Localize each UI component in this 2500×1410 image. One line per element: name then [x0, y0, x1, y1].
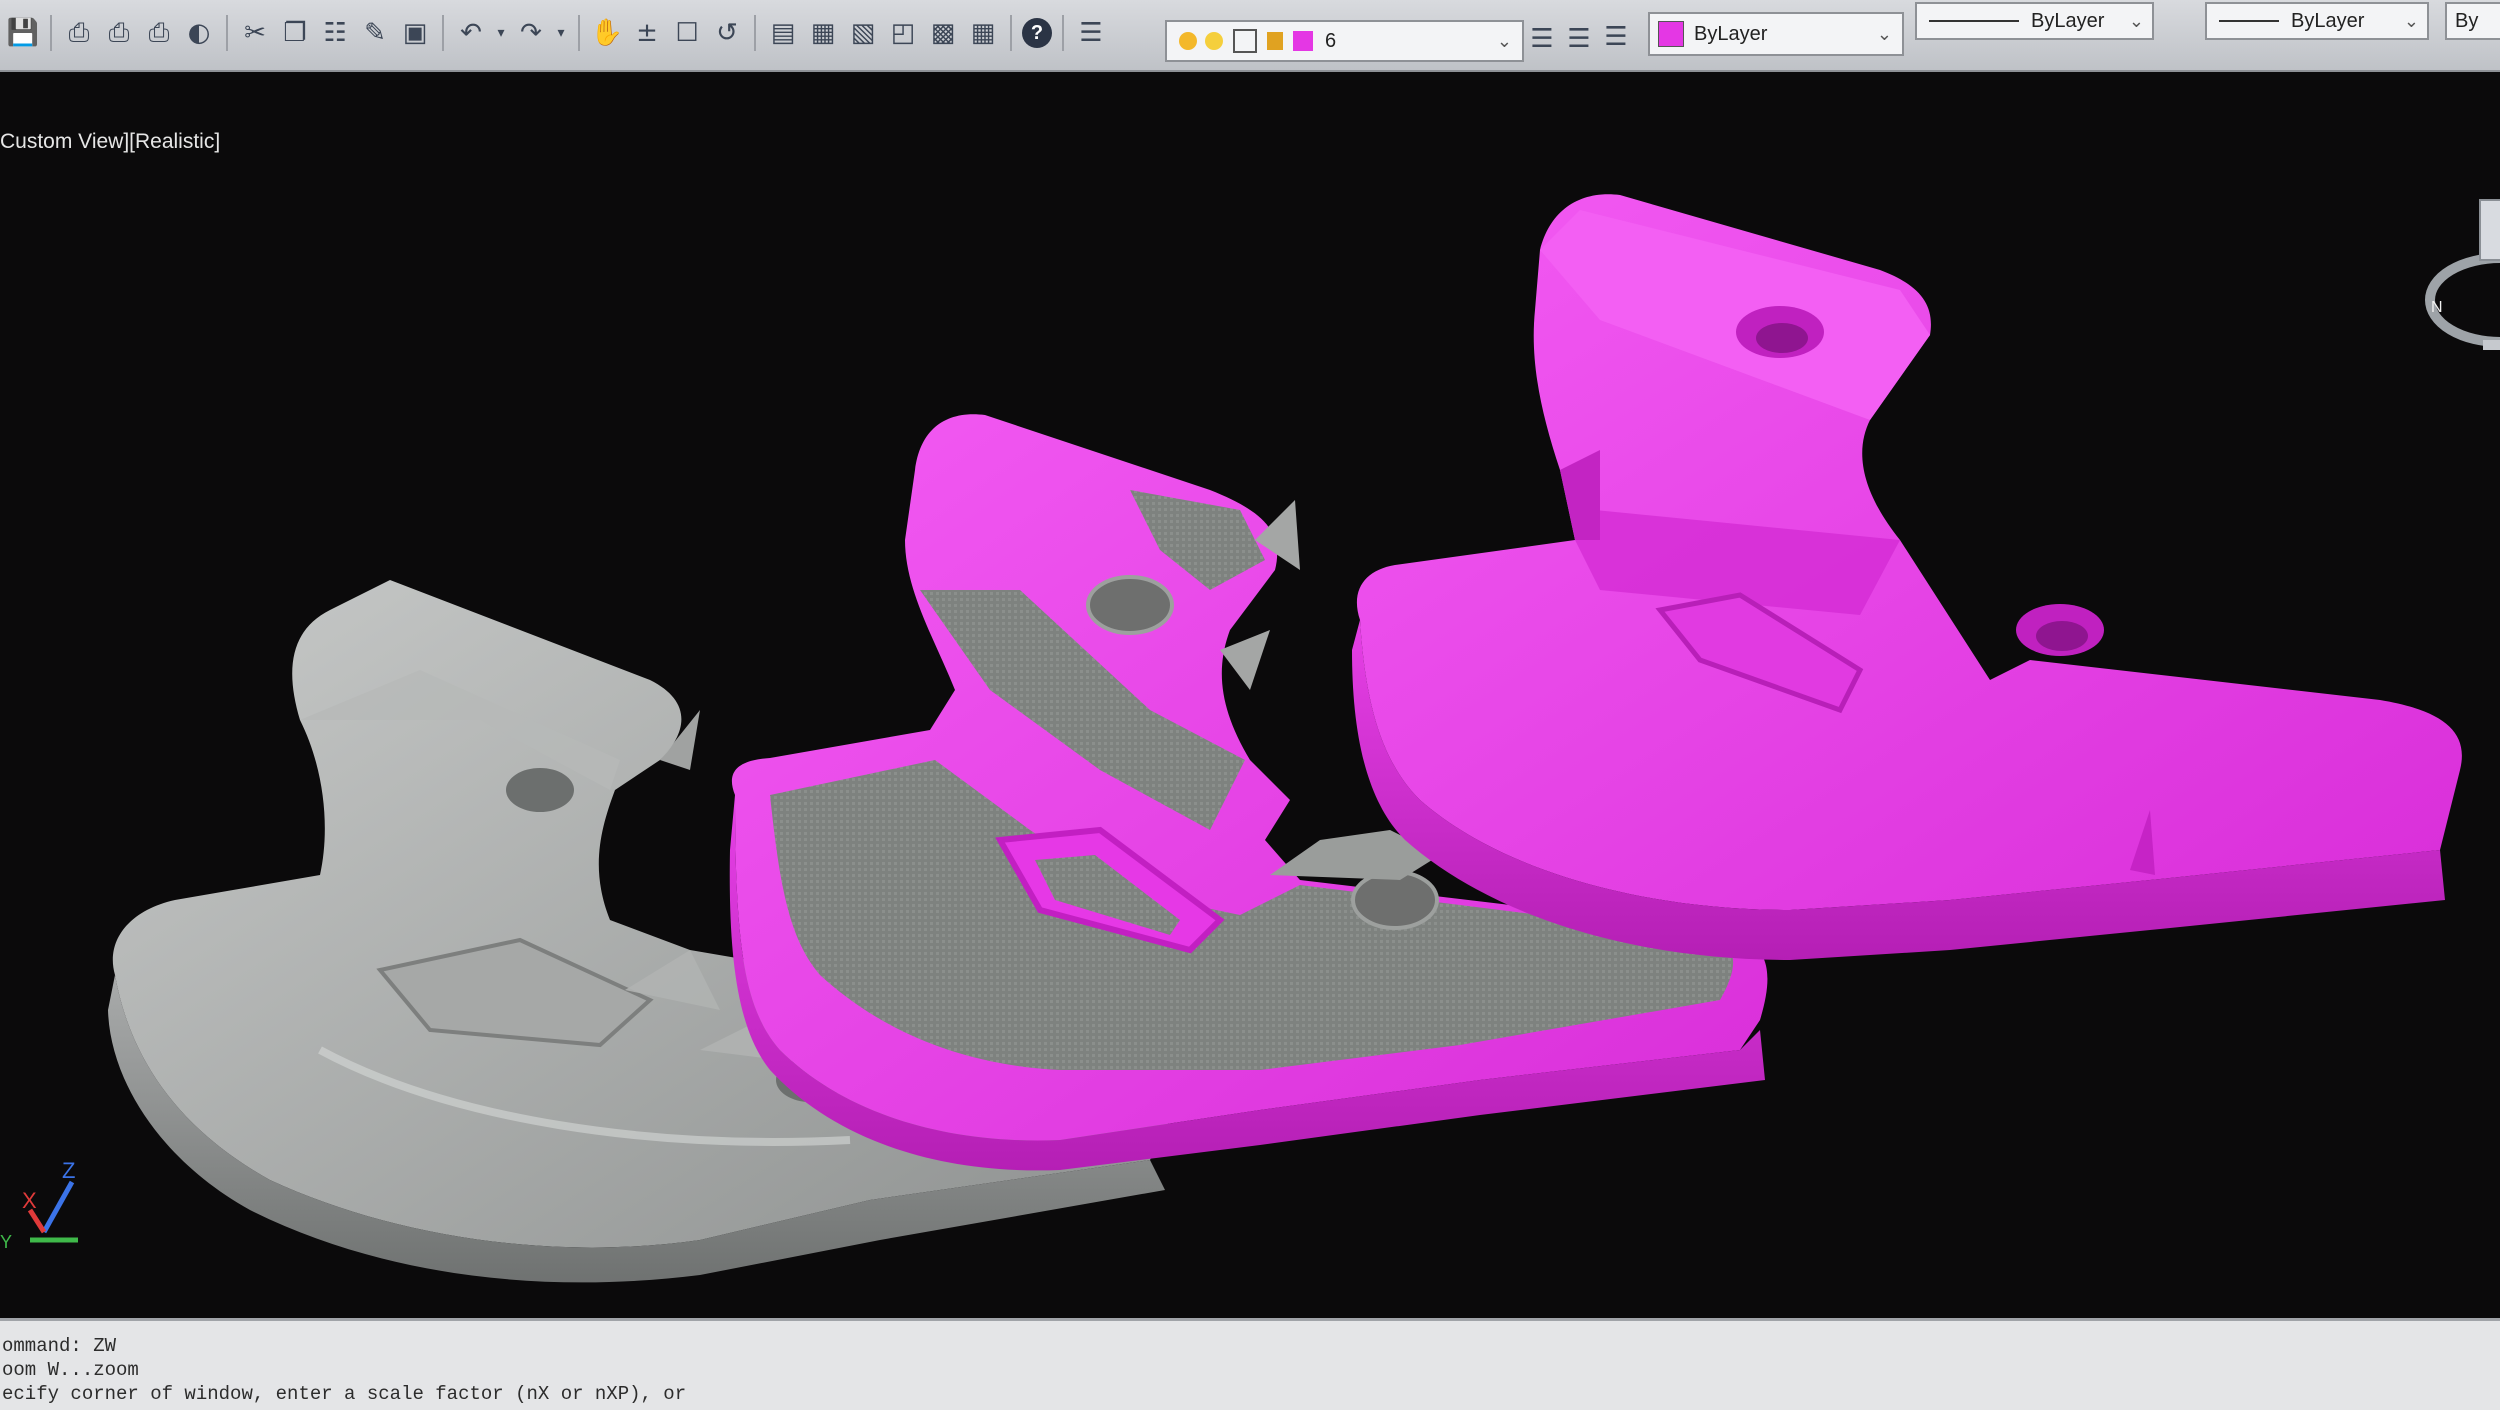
layer-name: 6	[1325, 29, 1337, 52]
command-prompt-line: ecify corner of window, enter a scale fa…	[2, 1383, 687, 1405]
command-line-history[interactable]: ommand: ZW oom W...zoom ecify corner of …	[0, 1318, 2500, 1410]
layer-properties-icon[interactable]: ☰	[1074, 16, 1108, 50]
chevron-down-icon[interactable]: ⌄	[2404, 11, 2419, 32]
calculator-icon[interactable]: ▦	[966, 16, 1000, 50]
layer-on-icon[interactable]	[1179, 32, 1197, 50]
sheet-set-icon[interactable]: ◰	[886, 16, 920, 50]
toolbar-separator	[1062, 15, 1064, 51]
pan-icon[interactable]: ✋	[590, 16, 624, 50]
layer-previous-icon[interactable]: ☰	[1562, 22, 1596, 56]
ucs-icon[interactable]: Z X Y	[0, 1150, 90, 1250]
lineweight-preview	[2219, 20, 2279, 22]
lineweight-dropdown[interactable]: ByLayer ⌄	[2205, 2, 2429, 40]
zoom-window-icon[interactable]: ☐	[670, 16, 704, 50]
ucs-y-label: Y	[0, 1232, 12, 1250]
plotstyle-value: By	[2455, 9, 2479, 32]
linetype-preview	[1929, 20, 2019, 22]
cut-icon[interactable]: ✂	[238, 16, 272, 50]
paste-icon[interactable]: ☷	[318, 16, 352, 50]
layer-color-swatch	[1293, 31, 1313, 51]
command-history-line: ommand: ZW	[2, 1335, 117, 1357]
toolbar-separator	[442, 15, 444, 51]
drawing-viewport[interactable]: Custom View][Realistic] Z X Y N	[0, 70, 2500, 1320]
layer-viewport-freeze-icon[interactable]	[1233, 29, 1257, 53]
tool-palettes-icon[interactable]: ▧	[846, 16, 880, 50]
color-value: ByLayer	[1694, 22, 1768, 45]
redo-icon[interactable]: ↷	[514, 16, 548, 50]
lineweight-value: ByLayer	[2291, 9, 2365, 32]
redo-dropdown-icon[interactable]: ▾	[554, 16, 568, 50]
chevron-down-icon[interactable]: ⌄	[1877, 24, 1892, 45]
linetype-dropdown[interactable]: ByLayer ⌄	[1915, 2, 2154, 40]
viewcube[interactable]: N	[2405, 150, 2500, 350]
save-icon[interactable]: 💾	[6, 16, 40, 50]
layer-dropdown[interactable]: 6 ⌄	[1165, 20, 1524, 62]
cad-model[interactable]	[1352, 194, 2462, 960]
zoom-realtime-icon[interactable]: ±	[630, 16, 664, 50]
plotstyle-dropdown[interactable]: By	[2445, 2, 2500, 40]
undo-dropdown-icon[interactable]: ▾	[494, 16, 508, 50]
ucs-z-label: Z	[62, 1158, 75, 1183]
color-swatch	[1658, 21, 1684, 47]
toolbar-separator	[226, 15, 228, 51]
print-preview-icon[interactable]: ⎙	[102, 16, 136, 50]
block-editor-icon[interactable]: ▣	[398, 16, 432, 50]
command-history-line: oom W...zoom	[2, 1359, 139, 1381]
toolbar-icons: 💾 ⎙ ⎙ ⎙ ◐ ✂ ❐ ☷ ✎ ▣ ↶ ▾ ↷ ▾ ✋ ± ☐ ↺ ▤ ▦ …	[6, 8, 1108, 58]
toolbar-separator	[50, 15, 52, 51]
linetype-value: ByLayer	[2031, 9, 2105, 32]
toolbar-separator	[578, 15, 580, 51]
toolbar-separator	[754, 15, 756, 51]
toolbar-separator	[1010, 15, 1012, 51]
match-properties-icon[interactable]: ✎	[358, 16, 392, 50]
quick-access-toolbar: 💾 ⎙ ⎙ ⎙ ◐ ✂ ❐ ☷ ✎ ▣ ↶ ▾ ↷ ▾ ✋ ± ☐ ↺ ▤ ▦ …	[0, 0, 2500, 72]
help-icon[interactable]: ?	[1022, 18, 1052, 48]
viewport-label[interactable]: Custom View][Realistic]	[0, 130, 220, 154]
layer-states-icon[interactable]: ☰	[1599, 20, 1633, 54]
ucs-x-label: X	[22, 1188, 37, 1213]
layer-lock-icon[interactable]	[1267, 32, 1283, 50]
viewcube-compass-label: N	[2431, 299, 2443, 316]
3d-scene	[108, 194, 2462, 1283]
make-current-layer-icon[interactable]: ☰	[1525, 22, 1559, 56]
layer-freeze-icon[interactable]	[1205, 32, 1223, 50]
zoom-previous-icon[interactable]: ↺	[710, 16, 744, 50]
chevron-down-icon[interactable]: ⌄	[1497, 31, 1512, 52]
print-icon[interactable]: ⎙	[62, 16, 96, 50]
publish-icon[interactable]: ◐	[182, 16, 216, 50]
undo-icon[interactable]: ↶	[454, 16, 488, 50]
chevron-down-icon[interactable]: ⌄	[2129, 11, 2144, 32]
markup-icon[interactable]: ▩	[926, 16, 960, 50]
design-center-icon[interactable]: ▦	[806, 16, 840, 50]
color-dropdown[interactable]: ByLayer ⌄	[1648, 12, 1904, 56]
copy-icon[interactable]: ❐	[278, 16, 312, 50]
plot-icon[interactable]: ⎙	[142, 16, 176, 50]
properties-icon[interactable]: ▤	[766, 16, 800, 50]
